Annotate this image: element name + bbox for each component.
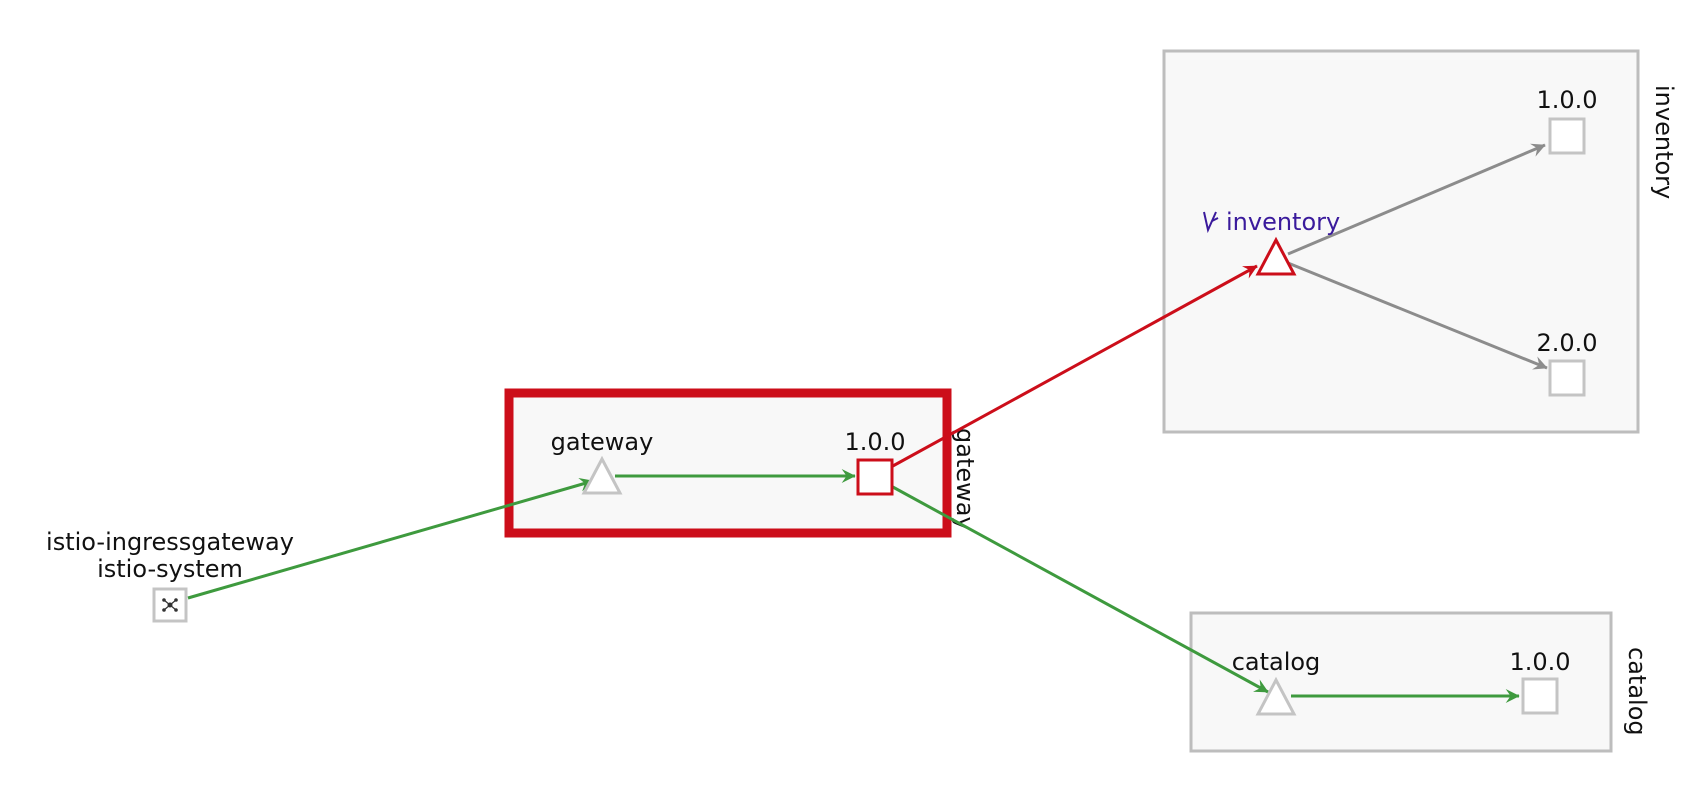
gateway-box-label: gateway (951, 428, 979, 531)
catalog-service-label: catalog (1232, 648, 1321, 676)
gateway-app-box[interactable]: gateway (504, 388, 979, 538)
inventory-app-box[interactable]: inventory (1162, 49, 1678, 434)
ingress-node-namespace: istio-system (97, 555, 243, 583)
ingress-node-label: istio-ingressgateway (46, 528, 294, 556)
gateway-v1-label: 1.0.0 (844, 428, 905, 456)
service-graph: gateway inventory catalog istio-ingressg… (46, 49, 1678, 753)
catalog-app-box[interactable]: catalog (1189, 611, 1651, 753)
istio-ingressgateway-node[interactable]: istio-ingressgateway istio-system (46, 528, 294, 623)
catalog-box-label: catalog (1623, 647, 1651, 736)
inventory-v2-label: 2.0.0 (1536, 329, 1597, 357)
edge-gateway-v1-to-catalog[interactable] (890, 484, 1269, 694)
inventory-box-label: inventory (1650, 85, 1678, 199)
inventory-service-label: inventory (1226, 208, 1340, 236)
gateway-service-label: gateway (551, 428, 654, 456)
inventory-v1-label: 1.0.0 (1536, 86, 1597, 114)
catalog-v1-label: 1.0.0 (1509, 648, 1570, 676)
